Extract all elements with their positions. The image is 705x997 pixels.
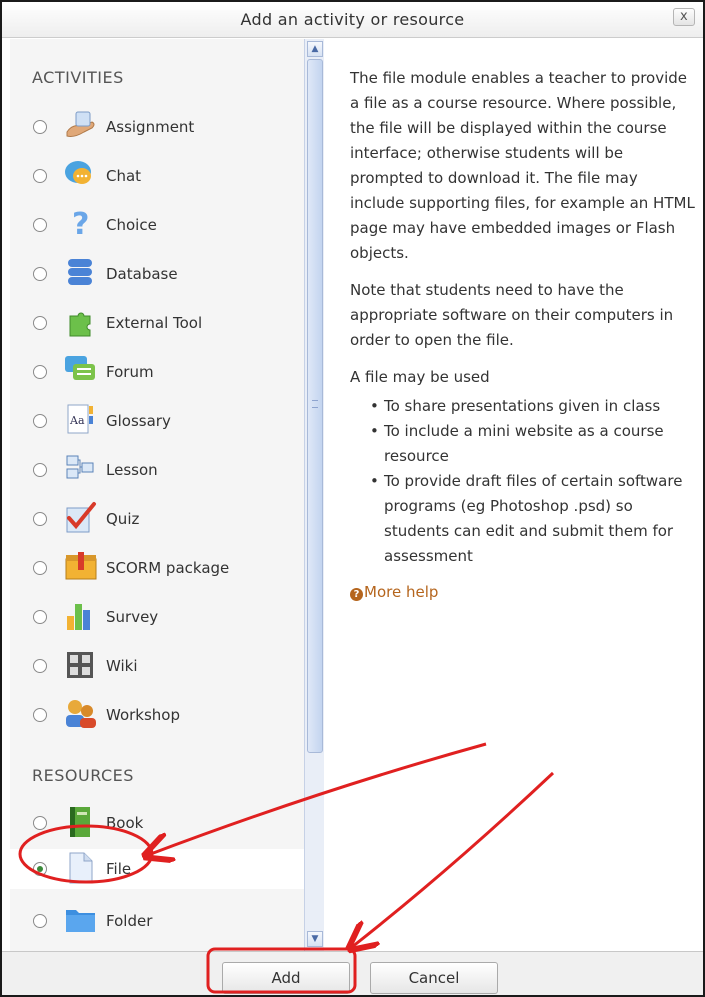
scorm-package-icon	[62, 549, 100, 585]
scroll-down-arrow-icon[interactable]: ▼	[307, 931, 323, 947]
external-tool-icon	[62, 304, 100, 340]
option-label: Wiki	[106, 657, 138, 675]
option-label: Forum	[106, 363, 154, 381]
dialog-footer: Add Cancel	[2, 951, 703, 995]
radio-choice[interactable]	[33, 218, 47, 232]
chat-icon	[62, 157, 100, 193]
quiz-icon	[62, 500, 100, 536]
option-label: SCORM package	[106, 559, 230, 577]
module-description: The file module enables a teacher to pro…	[350, 66, 695, 601]
add-activity-dialog: Add an activity or resource x ACTIVITIES…	[0, 0, 705, 997]
forum-icon	[62, 353, 100, 389]
list-scrollbar[interactable]: ▲ ▼	[304, 39, 324, 951]
option-folder[interactable]: Folder	[10, 901, 304, 941]
option-wiki[interactable]: Wiki	[10, 646, 304, 686]
option-file[interactable]: File	[10, 849, 304, 889]
description-note: Note that students need to have the appr…	[350, 281, 674, 349]
option-book[interactable]: Book	[10, 803, 304, 843]
option-label: External Tool	[106, 314, 203, 332]
radio-lesson[interactable]	[33, 463, 47, 477]
folder-icon	[62, 902, 100, 938]
list-item: To provide draft files of certain softwa…	[370, 469, 695, 569]
dialog-title: Add an activity or resource	[240, 10, 465, 29]
option-lesson[interactable]: Lesson	[10, 450, 304, 490]
file-icon	[62, 850, 100, 886]
list-item: To share presentations given in class	[370, 394, 695, 419]
description-usage-intro: A file may be used	[350, 368, 490, 386]
radio-quiz[interactable]	[33, 512, 47, 526]
radio-book[interactable]	[33, 816, 47, 830]
option-assignment[interactable]: Assignment	[10, 107, 304, 147]
database-icon	[62, 255, 100, 291]
option-chat[interactable]: Chat	[10, 156, 304, 196]
radio-scorm-package[interactable]	[33, 561, 47, 575]
option-quiz[interactable]: Quiz	[10, 499, 304, 539]
option-label: File	[106, 860, 132, 878]
option-external-tool[interactable]: External Tool	[10, 303, 304, 343]
option-label: Folder	[106, 912, 153, 930]
option-workshop[interactable]: Workshop	[10, 695, 304, 735]
usage-list: To share presentations given in class To…	[370, 394, 695, 569]
survey-icon	[62, 598, 100, 634]
description-paragraph: The file module enables a teacher to pro…	[350, 69, 695, 262]
option-label: Database	[106, 265, 178, 283]
dialog-titlebar: Add an activity or resource x	[2, 2, 703, 38]
assignment-icon	[62, 108, 100, 144]
option-label: Book	[106, 814, 144, 832]
module-chooser-list: ACTIVITIES Assignment Chat ? Choice Data…	[10, 39, 304, 951]
radio-wiki[interactable]	[33, 659, 47, 673]
option-glossary[interactable]: Aa Glossary	[10, 401, 304, 441]
lesson-icon	[62, 451, 100, 487]
radio-assignment[interactable]	[33, 120, 47, 134]
radio-database[interactable]	[33, 267, 47, 281]
option-label: Assignment	[106, 118, 195, 136]
choice-icon: ?	[62, 206, 100, 242]
option-label: Chat	[106, 167, 142, 185]
option-label: Workshop	[106, 706, 181, 724]
option-label: Choice	[106, 216, 157, 234]
radio-glossary[interactable]	[33, 414, 47, 428]
option-label: Survey	[106, 608, 159, 626]
scrollbar-thumb[interactable]	[307, 59, 323, 753]
option-label: Lesson	[106, 461, 158, 479]
radio-folder[interactable]	[33, 914, 47, 928]
scroll-up-arrow-icon[interactable]: ▲	[307, 41, 323, 57]
radio-workshop[interactable]	[33, 708, 47, 722]
wiki-icon	[62, 647, 100, 683]
close-button[interactable]: x	[673, 8, 695, 26]
option-label: Glossary	[106, 412, 171, 430]
option-label: Quiz	[106, 510, 140, 528]
activities-heading: ACTIVITIES	[32, 68, 124, 87]
radio-file[interactable]	[33, 862, 47, 876]
option-survey[interactable]: Survey	[10, 597, 304, 637]
resources-heading: RESOURCES	[32, 766, 134, 785]
option-scorm-package[interactable]: SCORM package	[10, 548, 304, 588]
option-database[interactable]: Database	[10, 254, 304, 294]
list-item: To include a mini website as a course re…	[370, 419, 695, 469]
more-help-link[interactable]: ? More help	[350, 583, 438, 601]
svg-text:?: ?	[72, 207, 89, 242]
radio-forum[interactable]	[33, 365, 47, 379]
close-icon: x	[680, 9, 688, 24]
glossary-icon: Aa	[62, 402, 100, 438]
radio-external-tool[interactable]	[33, 316, 47, 330]
option-choice[interactable]: ? Choice	[10, 205, 304, 245]
add-button[interactable]: Add	[222, 962, 350, 994]
book-icon	[62, 804, 100, 840]
cancel-button[interactable]: Cancel	[370, 962, 498, 994]
radio-survey[interactable]	[33, 610, 47, 624]
radio-chat[interactable]	[33, 169, 47, 183]
workshop-icon	[62, 696, 100, 732]
help-icon: ?	[350, 588, 363, 601]
svg-text:Aa: Aa	[69, 414, 85, 427]
option-forum[interactable]: Forum	[10, 352, 304, 392]
